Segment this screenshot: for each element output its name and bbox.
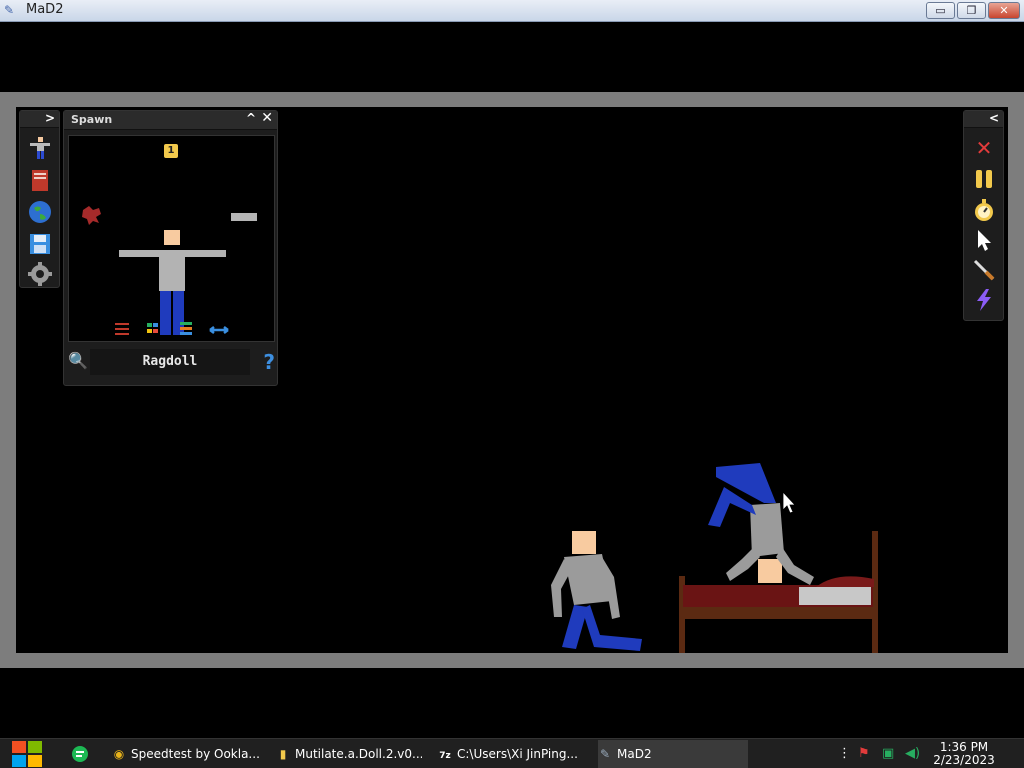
spawn-search-row: 🔍 Ragdoll ? [68, 349, 275, 377]
ragdoll-tool-icon[interactable] [27, 135, 53, 161]
delete-x-icon[interactable]: ✕ [971, 135, 997, 161]
bed [679, 531, 878, 653]
close-panel-icon[interactable]: ✕ [261, 110, 273, 126]
spawn-panel-title: Spawn [71, 113, 113, 126]
clock-date: 2/23/2023 [933, 753, 995, 767]
minimize-button[interactable]: ▭ [926, 2, 955, 19]
app-icon: ✎ [4, 3, 15, 17]
taskbar-item-folder[interactable]: ▮ Mutilate.a.Doll.2.v0... [276, 740, 422, 768]
block-icon [231, 213, 257, 221]
ragdoll-handstand [708, 463, 814, 585]
windows-icon [12, 741, 42, 767]
maximize-button[interactable]: ❐ [957, 2, 986, 19]
left-tool-strip: > [19, 110, 60, 288]
expand-chevron-icon[interactable]: > [45, 111, 55, 125]
pause-icon[interactable] [971, 166, 997, 192]
7zip-icon: 7z [439, 751, 451, 761]
taskbar: ◉ Speedtest by Ookla... ▮ Mutilate.a.Doll.… [0, 738, 1024, 768]
save-icon[interactable] [27, 231, 53, 257]
knife-icon[interactable] [971, 257, 997, 283]
window-titlebar: ✎ MaD2 ▭ ❐ ✕ [0, 0, 1024, 22]
volume-icon[interactable]: ◀) [905, 746, 920, 761]
window-title: MaD2 [26, 2, 64, 17]
ragdoll-preview-figure [82, 206, 257, 335]
clock[interactable]: 1:36 PM 2/23/2023 [932, 741, 996, 767]
collapse-chevron-icon[interactable]: ^ [246, 111, 256, 125]
flag-icon[interactable]: ⚑ [858, 746, 870, 761]
spawn-panel-header: Spawn ^ ✕ [64, 110, 277, 130]
layers-icon [180, 322, 192, 335]
taskbar-item-7zip[interactable]: 7z C:\Users\Xi JinPing... [438, 740, 584, 768]
chat-app-icon[interactable] [70, 740, 92, 768]
spawn-item-name: Ragdoll [90, 349, 250, 375]
taskbar-item-chrome[interactable]: ◉ Speedtest by Ookla... [112, 740, 262, 768]
help-icon[interactable]: ? [263, 350, 275, 374]
close-window-button[interactable]: ✕ [988, 2, 1020, 19]
more-icon[interactable]: ⋮ [838, 746, 851, 761]
mad2-icon: ✎ [599, 747, 611, 761]
flip-arrows-icon [209, 326, 229, 334]
network-icon[interactable]: ▣ [882, 746, 894, 761]
right-tool-strip: < ✕ [963, 110, 1004, 321]
spawn-preview[interactable]: 1 [68, 135, 275, 342]
book-icon[interactable] [27, 167, 53, 193]
stopwatch-icon[interactable] [971, 197, 997, 223]
ragdoll-sitting [551, 531, 642, 651]
colors-icon [147, 323, 158, 333]
spawn-panel: Spawn ^ ✕ 1 🔍 Ragdoll ? [63, 110, 278, 386]
cursor-icon[interactable] [971, 227, 997, 253]
gear-icon[interactable] [27, 261, 53, 287]
sliders-icon [115, 323, 129, 335]
blood-splat-icon [82, 206, 101, 225]
chrome-icon: ◉ [113, 747, 125, 761]
globe-icon[interactable] [27, 199, 53, 225]
taskbar-item-mad2[interactable]: ✎ MaD2 [598, 740, 748, 768]
right-strip-header: < [964, 111, 1003, 128]
lightning-icon[interactable] [971, 287, 997, 313]
game-canvas[interactable]: > Spawn ^ ✕ 1 🔍 Ragdoll ? < ✕ [16, 107, 1008, 653]
collapse-chevron-icon[interactable]: < [989, 111, 999, 125]
search-icon[interactable]: 🔍 [68, 351, 88, 370]
game-frame: > Spawn ^ ✕ 1 🔍 Ragdoll ? < ✕ [0, 92, 1024, 668]
left-strip-header: > [20, 111, 59, 128]
folder-icon: ▮ [279, 747, 287, 761]
start-button[interactable] [10, 740, 44, 768]
mouse-cursor-icon [782, 490, 796, 514]
